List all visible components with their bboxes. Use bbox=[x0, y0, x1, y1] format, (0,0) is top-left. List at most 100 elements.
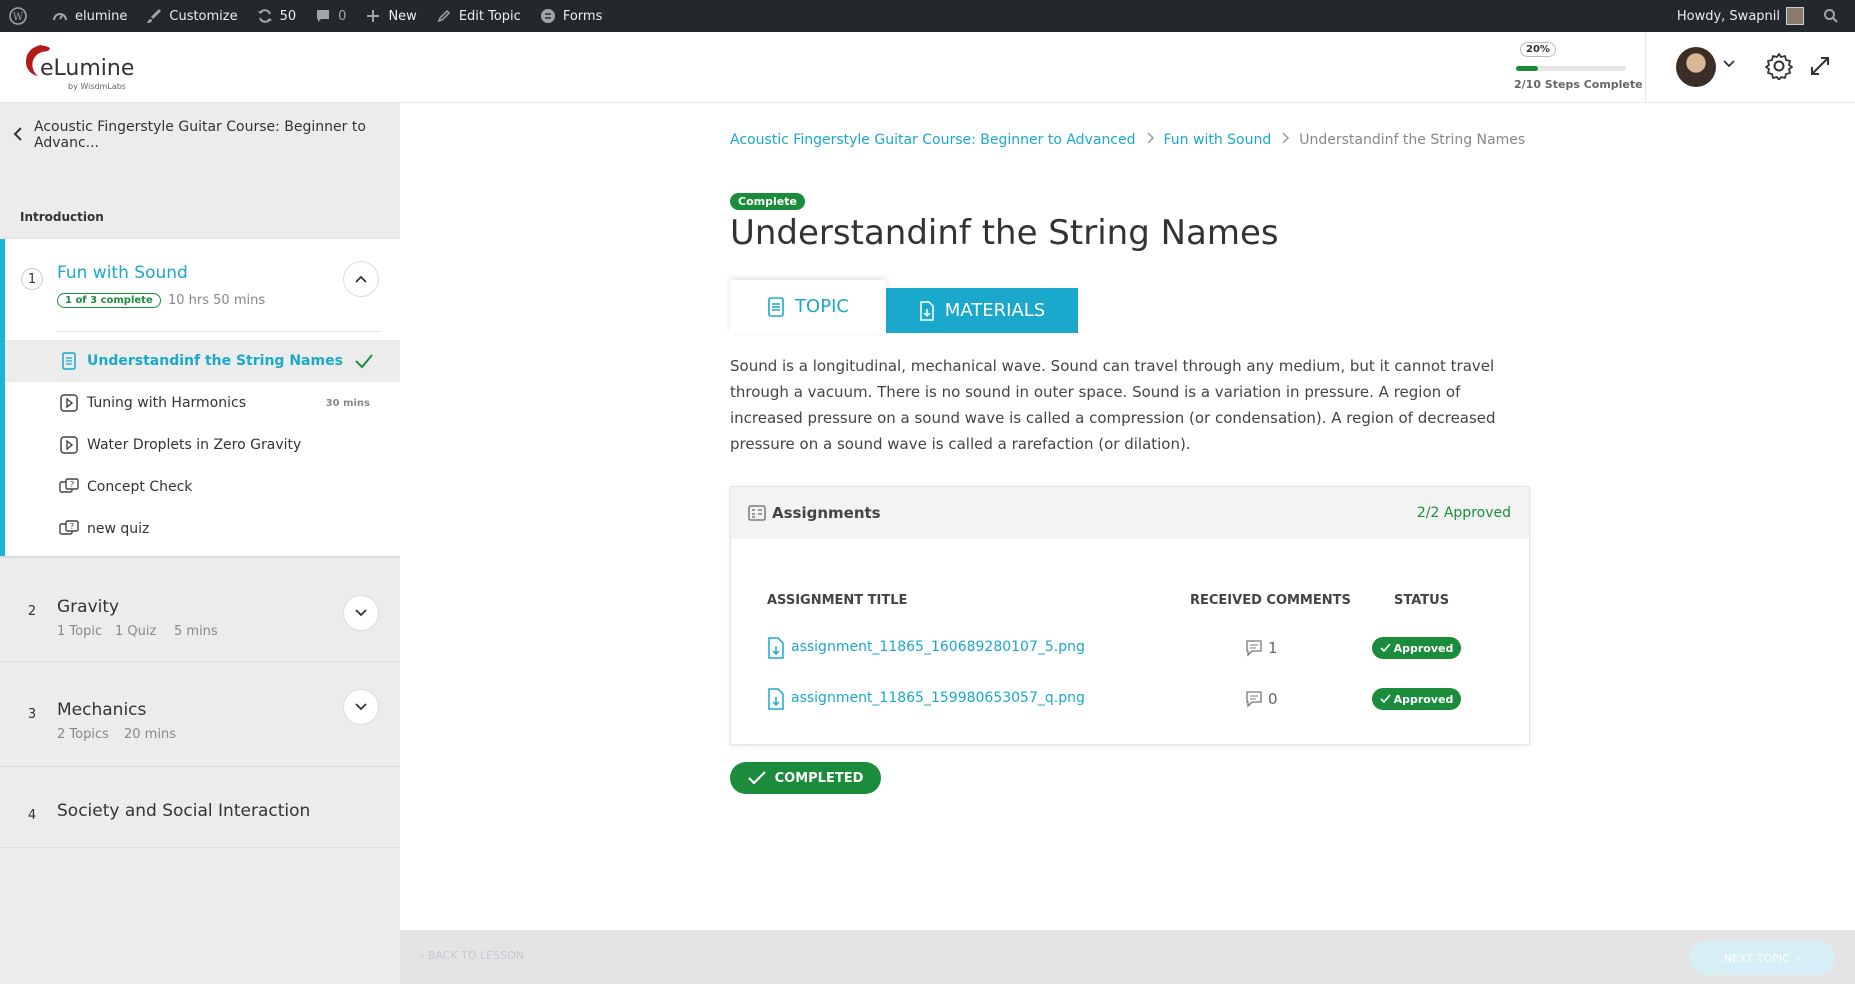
updates-link[interactable]: 50 bbox=[247, 0, 306, 32]
comments-link[interactable]: 0 bbox=[305, 0, 355, 32]
lesson-title-link[interactable]: Fun with Sound bbox=[57, 263, 188, 283]
tab-topic-label: TOPIC bbox=[795, 296, 849, 317]
lesson-title: Gravity bbox=[57, 597, 120, 617]
tab-materials[interactable]: MATERIALS bbox=[886, 288, 1078, 333]
tab-topic[interactable]: TOPIC bbox=[730, 280, 886, 333]
gear-icon[interactable] bbox=[1765, 52, 1793, 81]
download-file-icon[interactable] bbox=[767, 688, 785, 710]
comment-icon[interactable] bbox=[1245, 639, 1263, 657]
course-sidebar: Acoustic Fingerstyle Guitar Course: Begi… bbox=[0, 103, 400, 984]
new-content-link[interactable]: New bbox=[355, 0, 425, 32]
lesson-item-mechanics[interactable]: 3 Mechanics 2 Topics 20 mins bbox=[0, 663, 400, 767]
approved-label: Approved bbox=[1393, 692, 1454, 706]
brush-icon bbox=[145, 7, 163, 25]
completed-button[interactable]: COMPLETED bbox=[730, 762, 881, 794]
chevron-down-icon[interactable] bbox=[1722, 56, 1736, 75]
table-row: assignment_11865_160689280107_5.png 1 Ap… bbox=[731, 629, 1529, 669]
back-to-lesson-label: BACK TO LESSON bbox=[427, 949, 524, 962]
chevron-right-icon bbox=[1281, 132, 1290, 148]
approved-badge: Approved bbox=[1372, 688, 1461, 710]
svg-text:W: W bbox=[13, 12, 24, 23]
assignment-file-link[interactable]: assignment_11865_159980653057_q.png bbox=[791, 690, 1085, 706]
plus-icon bbox=[364, 7, 382, 25]
edit-topic-link[interactable]: Edit Topic bbox=[426, 0, 530, 32]
topic-body-text: Sound is a longitudinal, mechanical wave… bbox=[730, 357, 1496, 453]
assignments-title: Assignments bbox=[772, 504, 881, 522]
lesson-progress-badge: 1 of 3 complete bbox=[57, 293, 161, 308]
lesson-item-gravity[interactable]: 2 Gravity 1 Topic 1 Quiz 5 mins bbox=[0, 558, 400, 662]
breadcrumb-lesson-link[interactable]: Fun with Sound bbox=[1164, 132, 1272, 148]
chevron-down-icon bbox=[355, 703, 367, 711]
expand-lesson-button[interactable] bbox=[343, 689, 379, 725]
download-file-icon bbox=[920, 300, 934, 321]
expand-lesson-button[interactable] bbox=[343, 595, 379, 631]
topic-item[interactable]: Water Droplets in Zero Gravity bbox=[5, 424, 400, 466]
table-row: assignment_11865_159980653057_q.png 0 Ap… bbox=[731, 680, 1529, 720]
lesson-duration: 20 mins bbox=[124, 727, 176, 742]
lesson-number: 3 bbox=[27, 706, 37, 722]
comment-icon[interactable] bbox=[1245, 690, 1263, 708]
fullscreen-icon[interactable] bbox=[1808, 54, 1832, 78]
topic-label: Concept Check bbox=[87, 479, 193, 495]
next-topic-label: NEXT TOPIC bbox=[1723, 951, 1790, 965]
chevron-right-icon bbox=[1146, 132, 1154, 148]
topic-footer-nav: ‹ BACK TO LESSON NEXT TOPIC › bbox=[400, 930, 1855, 984]
wordpress-logo-button[interactable]: W bbox=[0, 0, 42, 32]
topic-item[interactable]: ? Concept Check bbox=[5, 466, 400, 508]
elumine-logo[interactable]: eLumine by WisdmLabs bbox=[20, 42, 140, 94]
next-topic-button[interactable]: NEXT TOPIC › bbox=[1689, 941, 1835, 975]
pencil-icon bbox=[435, 7, 453, 25]
site-name: elumine bbox=[75, 8, 128, 24]
collapse-lesson-button[interactable] bbox=[343, 261, 379, 297]
updates-count: 50 bbox=[279, 8, 297, 24]
status-badge: Complete bbox=[730, 193, 805, 210]
logo-text: eLumine bbox=[40, 56, 135, 81]
breadcrumb-course-link[interactable]: Acoustic Fingerstyle Guitar Course: Begi… bbox=[730, 132, 1136, 148]
topic-item[interactable]: Tuning with Harmonics 30 mins bbox=[5, 382, 400, 424]
comments-count: 0 bbox=[338, 8, 347, 24]
topic-item-current[interactable]: Understandinf the String Names bbox=[5, 340, 400, 382]
download-file-icon[interactable] bbox=[767, 637, 785, 659]
completed-label: COMPLETED bbox=[774, 770, 864, 786]
topic-label: Understandinf the String Names bbox=[87, 353, 343, 369]
checkmark-icon bbox=[354, 351, 374, 371]
dashboard-icon bbox=[51, 7, 69, 25]
edit-topic-label: Edit Topic bbox=[458, 8, 521, 24]
admin-bar: W elumine Customize 50 0 New Edit Topic … bbox=[0, 0, 1855, 32]
admin-search-button[interactable] bbox=[1813, 0, 1855, 32]
customize-link[interactable]: Customize bbox=[136, 0, 246, 32]
course-title: Acoustic Fingerstyle Guitar Course: Begi… bbox=[34, 119, 366, 151]
wordpress-icon: W bbox=[9, 7, 27, 25]
progress-bar bbox=[1516, 66, 1626, 71]
svg-text:?: ? bbox=[70, 522, 74, 531]
lesson-title: Mechanics bbox=[57, 700, 147, 720]
approved-label: Approved bbox=[1393, 641, 1454, 655]
back-to-course-link[interactable]: Acoustic Fingerstyle Guitar Course: Begi… bbox=[0, 103, 400, 167]
refresh-icon bbox=[256, 7, 274, 25]
lesson-item-society[interactable]: 4 Society and Social Interaction bbox=[0, 768, 400, 848]
site-name-link[interactable]: elumine bbox=[42, 0, 136, 32]
my-account-link[interactable]: Howdy, Swapnil bbox=[1668, 0, 1813, 32]
breadcrumb: Acoustic Fingerstyle Guitar Course: Begi… bbox=[730, 132, 1525, 148]
lesson-quiz-count: 1 Quiz bbox=[115, 624, 157, 639]
back-to-lesson-link[interactable]: ‹ BACK TO LESSON bbox=[420, 949, 524, 962]
svg-text:?: ? bbox=[70, 480, 74, 489]
tab-materials-label: MATERIALS bbox=[944, 300, 1046, 321]
comment-count: 1 bbox=[1268, 639, 1278, 657]
video-icon bbox=[58, 434, 80, 456]
topic-label: Water Droplets in Zero Gravity bbox=[87, 437, 302, 453]
topic-item[interactable]: ? new quiz bbox=[5, 508, 400, 550]
forms-link[interactable]: Forms bbox=[530, 0, 612, 32]
chevron-down-icon bbox=[355, 609, 367, 617]
lesson-duration: 10 hrs 50 mins bbox=[168, 293, 266, 308]
user-avatar[interactable] bbox=[1676, 47, 1716, 87]
topic-duration: 30 mins bbox=[325, 397, 370, 409]
assignment-file-link[interactable]: assignment_11865_160689280107_5.png bbox=[791, 639, 1085, 655]
checkmark-icon bbox=[1380, 694, 1391, 704]
topic-label: new quiz bbox=[87, 521, 150, 537]
greeting-text: Howdy, Swapnil bbox=[1676, 8, 1780, 24]
header-divider bbox=[1645, 32, 1646, 103]
comment-icon bbox=[314, 7, 332, 25]
page-title: Understandinf the String Names bbox=[730, 213, 1279, 253]
document-icon bbox=[768, 296, 784, 317]
